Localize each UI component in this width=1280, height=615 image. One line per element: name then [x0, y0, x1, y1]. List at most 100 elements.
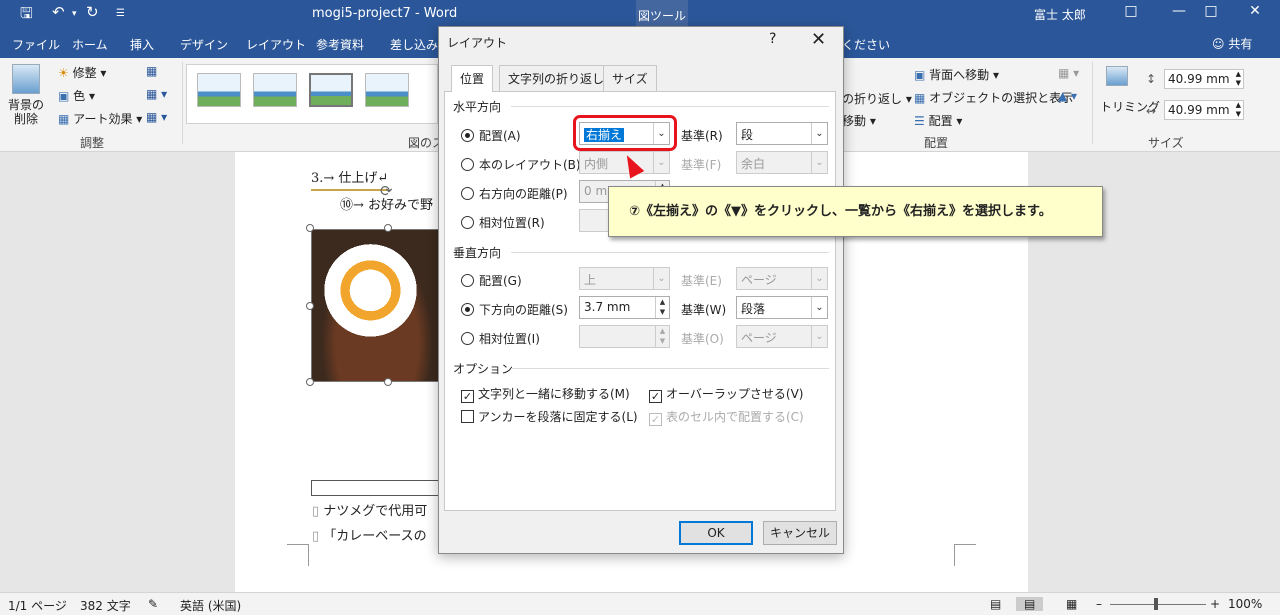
- close-window-icon[interactable]: ✕: [1240, 3, 1270, 19]
- tell-me-box[interactable]: ください: [842, 36, 890, 53]
- maximize-icon[interactable]: □: [1196, 3, 1226, 19]
- chevron-down-icon[interactable]: ⌄: [653, 268, 669, 289]
- relative-v-spinner[interactable]: ▲ ▼: [579, 325, 670, 348]
- rotate-objects-icon[interactable]: ▲ ▾: [1058, 89, 1077, 103]
- picture-style-thumb[interactable]: [365, 73, 409, 107]
- undo-icon[interactable]: ↶: [52, 3, 65, 21]
- change-picture-icon[interactable]: ▦ ▾: [146, 87, 167, 101]
- radio-absolute-position-h[interactable]: 右方向の距離(P): [461, 185, 568, 202]
- tab-size[interactable]: サイズ: [603, 65, 657, 91]
- reset-picture-icon[interactable]: ▦ ▾: [146, 110, 167, 124]
- save-icon[interactable]: 🖫: [20, 3, 33, 28]
- help-button[interactable]: ?: [769, 31, 776, 47]
- resize-handle[interactable]: [384, 378, 392, 386]
- chevron-down-icon[interactable]: ⌄: [811, 123, 827, 144]
- resize-handle[interactable]: [306, 224, 314, 232]
- proofing-icon[interactable]: ✎: [148, 597, 158, 611]
- chevron-down-icon[interactable]: ⌄: [811, 297, 827, 318]
- relative-to-v-combo[interactable]: ページ ⌄: [736, 267, 828, 290]
- artistic-effects-button[interactable]: ▦ アート効果 ▾: [58, 110, 142, 127]
- page-count[interactable]: 1/1 ページ: [8, 597, 67, 614]
- selection-pane-button[interactable]: ▦ オブジェクトの選択と表示: [914, 89, 1073, 106]
- radio-absolute-position-v[interactable]: 下方向の距離(S): [461, 301, 568, 318]
- layout-in-cell-checkbox[interactable]: ✓ 表のセル内で配置する(C): [649, 408, 804, 426]
- resize-handle[interactable]: [306, 302, 314, 310]
- lock-anchor-checkbox[interactable]: アンカーを段落に固定する(L): [461, 408, 638, 425]
- chevron-down-icon[interactable]: ⌄: [811, 152, 827, 173]
- language-indicator[interactable]: 英語 (米国): [180, 597, 241, 614]
- wrap-text-button[interactable]: の折り返し ▾: [842, 90, 912, 107]
- spin-arrows-icon[interactable]: ▲▼: [655, 297, 669, 318]
- doc-heading[interactable]: 3.→ 仕上げ↵: [311, 167, 389, 191]
- minimize-icon[interactable]: —: [1164, 3, 1194, 19]
- move-with-text-checkbox[interactable]: ✓ 文字列と一緒に移動する(M): [461, 385, 630, 403]
- print-layout-icon[interactable]: ▤: [1016, 597, 1044, 611]
- allow-overlap-checkbox[interactable]: ✓ オーバーラップさせる(V): [649, 385, 803, 403]
- spin-arrows-icon[interactable]: ▲▼: [655, 326, 669, 347]
- radio-alignment-v[interactable]: 配置(G): [461, 272, 522, 289]
- below-combo[interactable]: 段落 ⌄: [736, 296, 828, 319]
- cancel-button[interactable]: キャンセル: [763, 521, 837, 545]
- tab-design[interactable]: デザイン: [180, 36, 228, 53]
- tab-references[interactable]: 参考資料: [316, 36, 364, 53]
- relative-v-base-combo[interactable]: ページ ⌄: [736, 325, 828, 348]
- doc-line-2[interactable]: ▯ 「カレーベースの: [312, 525, 427, 544]
- user-name[interactable]: 富士 太郎: [1034, 6, 1086, 23]
- width-spinner[interactable]: 40.99 mm ▲ ▼: [1164, 100, 1244, 120]
- send-backward-button[interactable]: ▣ 背面へ移動 ▾: [914, 66, 999, 83]
- ok-button[interactable]: OK: [679, 521, 753, 545]
- spin-arrows-icon[interactable]: ▲▼: [1236, 101, 1241, 119]
- zoom-level[interactable]: 100%: [1228, 597, 1262, 611]
- share-button[interactable]: ☺ 共有: [1212, 35, 1252, 52]
- customize-qat-icon[interactable]: ☰: [116, 8, 125, 19]
- picture-style-thumb-selected[interactable]: [309, 73, 353, 107]
- radio-relative-position-v[interactable]: 相対位置(I): [461, 330, 540, 347]
- chevron-down-icon[interactable]: ⌄: [811, 268, 827, 289]
- chevron-down-icon[interactable]: ⌄: [811, 326, 827, 347]
- height-spinner[interactable]: 40.99 mm ▲ ▼: [1164, 69, 1244, 89]
- remove-background-icon: [12, 64, 40, 94]
- web-layout-icon[interactable]: ▦: [1066, 597, 1077, 611]
- rotate-handle-icon[interactable]: ⟳: [380, 182, 393, 200]
- zoom-slider[interactable]: [1110, 604, 1206, 605]
- read-mode-icon[interactable]: ▤: [990, 597, 1001, 611]
- chevron-down-icon[interactable]: ⌄: [653, 152, 669, 173]
- redo-icon[interactable]: ↻: [86, 3, 99, 21]
- tab-home[interactable]: ホーム: [72, 36, 108, 53]
- absolute-v-spinner[interactable]: 3.7 mm ▲ ▼: [579, 296, 670, 319]
- tab-insert[interactable]: 挿入: [130, 36, 154, 53]
- zoom-in-icon[interactable]: +: [1210, 597, 1220, 611]
- picture-style-thumb[interactable]: [253, 73, 297, 107]
- resize-handle[interactable]: [306, 378, 314, 386]
- group-objects-icon[interactable]: ▦ ▾: [1058, 66, 1079, 80]
- zoom-slider-thumb[interactable]: [1154, 598, 1158, 610]
- picture-style-thumb[interactable]: [197, 73, 241, 107]
- radio-label: 本のレイアウト(B): [479, 158, 581, 172]
- food-photo[interactable]: [311, 229, 443, 382]
- doc-line-1[interactable]: ▯ ナツメグで代用可: [312, 500, 427, 519]
- compress-icon[interactable]: ▦: [146, 64, 157, 78]
- word-count[interactable]: 382 文字: [80, 597, 131, 614]
- corrections-button[interactable]: ☀ 修整 ▾: [58, 64, 106, 81]
- close-icon[interactable]: ✕: [811, 29, 826, 50]
- tab-mailings[interactable]: 差し込み: [390, 36, 438, 53]
- book-of-combo[interactable]: 余白 ⌄: [736, 151, 828, 174]
- remove-background-button[interactable]: 背景の削除: [6, 98, 46, 126]
- undo-dropdown-icon[interactable]: ▾: [72, 9, 77, 19]
- color-button[interactable]: ▣ 色 ▾: [58, 87, 95, 104]
- tab-text-wrapping[interactable]: 文字列の折り返し: [499, 65, 614, 91]
- resize-handle[interactable]: [384, 224, 392, 232]
- tab-position[interactable]: 位置: [451, 65, 494, 92]
- zoom-out-icon[interactable]: –: [1096, 597, 1102, 611]
- tab-layout[interactable]: レイアウト: [246, 36, 306, 53]
- radio-book-layout[interactable]: 本のレイアウト(B): [461, 156, 581, 173]
- alignment-v-combo[interactable]: 上 ⌄: [579, 267, 670, 290]
- align-button[interactable]: ☰ 配置 ▾: [914, 112, 962, 129]
- tab-file[interactable]: ファイル: [12, 36, 60, 53]
- move-button[interactable]: 移動 ▾: [842, 112, 876, 129]
- relative-to-h-combo[interactable]: 段 ⌄: [736, 122, 828, 145]
- ribbon-options-icon[interactable]: □: [1116, 3, 1146, 19]
- radio-alignment-h[interactable]: 配置(A): [461, 127, 521, 144]
- radio-relative-position-h[interactable]: 相対位置(R): [461, 214, 545, 231]
- spin-arrows-icon[interactable]: ▲▼: [1236, 70, 1241, 88]
